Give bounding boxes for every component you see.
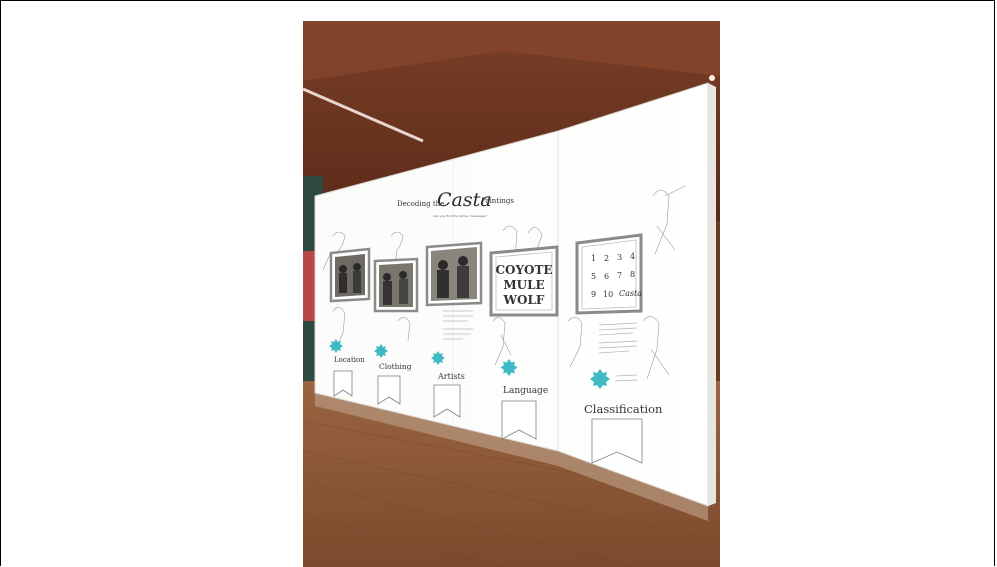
frame-script: Casta [619, 289, 642, 298]
title-suffix: Paintings [481, 197, 514, 205]
frame-number: 6 [604, 272, 609, 281]
frame-number: 1 [591, 254, 596, 263]
exhibit-photo: Decoding the Casta Paintings Can you fin… [303, 21, 720, 567]
panel-location-frame [329, 247, 371, 303]
frame-number: 3 [617, 253, 622, 262]
frame-word-3: WOLF [503, 293, 545, 307]
panel-artists-frame [425, 241, 483, 307]
label-classification: Classification [584, 402, 663, 416]
frame-number: 4 [630, 252, 635, 261]
panel-language-frame: COYOTE MULE WOLF [489, 245, 559, 317]
label-location: Location [334, 356, 365, 364]
label-language: Language [503, 386, 548, 396]
frame-number: 2 [604, 254, 609, 263]
label-clothing: Clothing [379, 362, 412, 371]
title-subtitle: Can you find the hidden messages? [433, 214, 487, 218]
label-artists: Artists [437, 372, 465, 381]
frame-word-2: MULE [503, 278, 544, 292]
frame-number: 9 [591, 290, 596, 299]
exhibit-scene: Decoding the Casta Paintings Can you fin… [303, 21, 720, 567]
frame-number: 5 [591, 272, 596, 281]
frame-number: 10 [603, 290, 613, 299]
panel-classification-frame: 1 2 3 4 5 6 7 8 9 10 Casta [575, 233, 643, 315]
ceiling-spotlight [709, 75, 715, 81]
panel-clothing-frame [373, 257, 419, 313]
frame-word-1: COYOTE [495, 263, 552, 277]
frame-number: 7 [617, 271, 622, 280]
frame-number: 8 [630, 270, 635, 279]
